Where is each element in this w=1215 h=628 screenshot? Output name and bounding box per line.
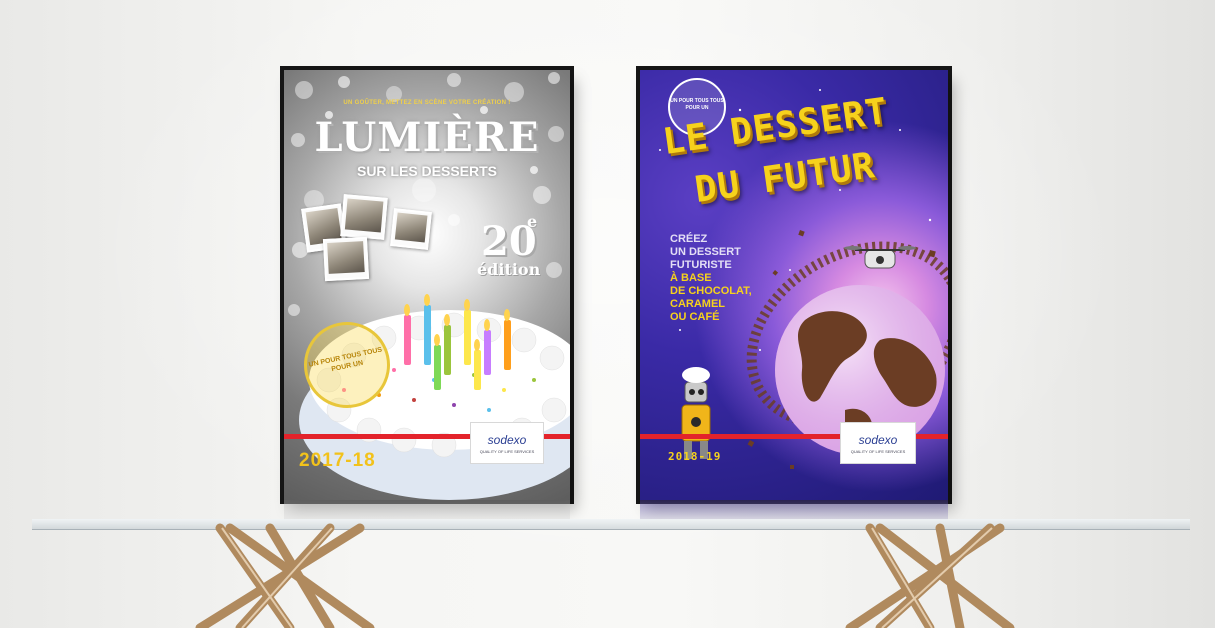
body-line: OU CAFÉ — [670, 311, 720, 323]
robot — [681, 367, 711, 459]
body-line: CARAMEL — [670, 298, 725, 310]
body-line: DE CHOCOLAT, — [670, 285, 752, 297]
logo-wordmark: sodexo — [858, 433, 898, 447]
stamp-text: UN POUR TOUS TOUS POUR UN — [308, 346, 383, 374]
poster-lumiere-subtitle: SUR LES DESSERTS — [356, 163, 498, 179]
body-line: À BASE — [670, 272, 712, 284]
poster-futur-body: CRÉEZ UN DESSERT FUTURISTE À BASE DE CHO… — [670, 233, 752, 324]
sodexo-logo: sodexo QUALITY OF LIFE SERVICES — [470, 422, 544, 464]
poster-lumiere-title: LUMIÈRE — [314, 114, 540, 161]
logo-tagline: QUALITY OF LIFE SERVICES — [850, 449, 906, 454]
poster-lumiere-year: 2017-18 — [299, 450, 376, 471]
poster-reflection — [284, 500, 570, 520]
product-scene: UN GOÛTER, METTEZ EN SCÈNE VOTRE CRÉATIO… — [0, 0, 1215, 628]
edition-label: édition — [477, 260, 541, 279]
logo-wordmark: sodexo — [487, 433, 527, 447]
poster-futur-year: 2018-19 — [668, 450, 722, 463]
sodexo-logo: sodexo QUALITY OF LIFE SERVICES — [840, 422, 916, 464]
edition-suffix: e — [527, 212, 538, 231]
poster-lumiere-tagline: UN GOÛTER, METTEZ EN SCÈNE VOTRE CRÉATIO… — [343, 100, 511, 106]
poster-lumiere: UN GOÛTER, METTEZ EN SCÈNE VOTRE CRÉATIO… — [284, 70, 570, 500]
poster-reflection — [640, 500, 948, 520]
body-line: CRÉEZ — [670, 233, 708, 245]
drone — [844, 246, 916, 269]
body-line: FUTURISTE — [670, 259, 732, 271]
badge-text: UN POUR TOUS TOUS POUR UN — [670, 98, 724, 111]
body-line: UN DESSERT — [670, 246, 741, 258]
logo-tagline: QUALITY OF LIFE SERVICES — [479, 449, 535, 454]
brass-legs — [195, 523, 1015, 628]
poster-dessert-futur: UN POUR TOUS TOUS POUR UN LE DESSERT DU … — [640, 70, 948, 500]
